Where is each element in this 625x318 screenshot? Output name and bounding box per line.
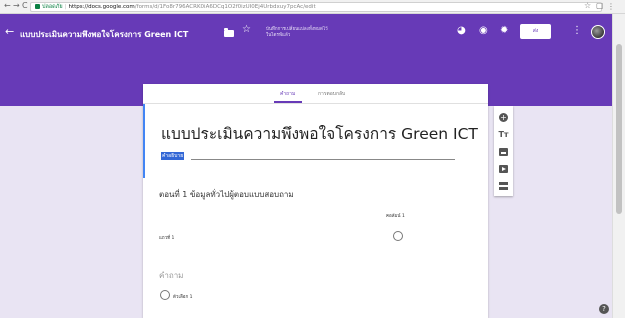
forward-icon[interactable]: → xyxy=(13,1,20,10)
more-options-icon[interactable]: ⋮ xyxy=(572,26,582,36)
add-video-button[interactable] xyxy=(498,163,509,174)
browser-toolbar: ← → C ปลอดภัย | https://docs.google.com/fo… xyxy=(0,0,625,14)
url-path: /forms/d/1Fo8r796ACRK0iA6DCq1O2f0izUI0Ej… xyxy=(134,4,316,10)
url-host: https://docs.google.com xyxy=(68,4,135,10)
back-arrow-icon[interactable]: ← xyxy=(5,25,14,38)
add-section-button[interactable] xyxy=(498,180,509,191)
secure-label: ปลอดภัย xyxy=(42,4,63,10)
save-status[interactable]: บันทึกการเปลี่ยนแปลงทั้งหมดไว้ ในไดรฟ์แล… xyxy=(266,27,328,39)
add-item-toolbar: + Tт xyxy=(494,106,513,196)
reload-icon[interactable]: C xyxy=(22,1,28,10)
section-title[interactable]: ตอนที่ 1 ข้อมูลทั่วไปผู้ตอบแบบสอบถาม xyxy=(159,188,294,201)
tab-questions[interactable]: คำถาม xyxy=(280,90,295,98)
option-radio-button[interactable] xyxy=(160,290,170,300)
grid-radio-button[interactable] xyxy=(393,231,403,241)
grid-row-label[interactable]: แถวที่ 1 xyxy=(159,234,174,241)
scrollbar-thumb[interactable] xyxy=(616,44,622,214)
grid-column-header[interactable]: คอลัมน์ 1 xyxy=(386,212,405,219)
active-tab-indicator xyxy=(274,101,302,103)
add-circle-icon: + xyxy=(499,113,508,122)
back-icon[interactable]: ← xyxy=(4,1,11,10)
form-card: คำถาม การตอบกลับ แบบประเมินความพึงพอใจโค… xyxy=(143,84,488,318)
palette-icon[interactable]: ◕ xyxy=(457,26,466,36)
save-status-line2: ในไดรฟ์แล้ว xyxy=(266,33,291,38)
send-button[interactable]: ส่ง xyxy=(520,24,551,39)
image-icon xyxy=(499,147,508,156)
section-icon xyxy=(499,181,508,190)
add-question-button[interactable]: + xyxy=(498,112,509,123)
url-separator: | xyxy=(64,4,67,10)
extension-icon[interactable]: ▢ xyxy=(596,1,604,10)
form-title-section[interactable]: แบบประเมินความพึงพอใจโครงการ Green ICT ค… xyxy=(143,104,488,178)
star-icon[interactable]: ☆ xyxy=(242,24,251,35)
add-image-button[interactable] xyxy=(498,146,509,157)
browser-menu-icon[interactable]: ⋮ xyxy=(607,2,615,11)
video-icon xyxy=(499,164,508,173)
page-scrollbar[interactable] xyxy=(612,14,625,318)
lock-icon xyxy=(35,3,40,9)
preview-eye-icon[interactable]: ◉ xyxy=(479,26,488,36)
form-name[interactable]: แบบประเมินความพึงพอใจโครงการ Green ICT xyxy=(20,28,188,41)
avatar[interactable] xyxy=(591,25,605,39)
question-placeholder[interactable]: คำถาม xyxy=(159,269,183,282)
address-bar[interactable]: ปลอดภัย | https://docs.google.com/forms/d/… xyxy=(30,2,602,12)
folder-icon[interactable] xyxy=(224,28,234,37)
help-icon[interactable]: ? xyxy=(599,304,609,314)
bookmark-star-icon[interactable]: ☆ xyxy=(584,1,591,10)
tab-bar: คำถาม การตอบกลับ xyxy=(143,84,488,104)
description-label[interactable]: คำอธิบาย xyxy=(161,152,185,160)
settings-gear-icon[interactable]: ✹ xyxy=(500,26,508,36)
description-underline xyxy=(191,159,455,160)
add-title-icon[interactable]: Tт xyxy=(498,129,509,140)
option-label[interactable]: ตัวเลือก 1 xyxy=(173,293,192,300)
form-title[interactable]: แบบประเมินความพึงพอใจโครงการ Green ICT xyxy=(161,121,478,146)
tab-responses[interactable]: การตอบกลับ xyxy=(318,90,345,98)
